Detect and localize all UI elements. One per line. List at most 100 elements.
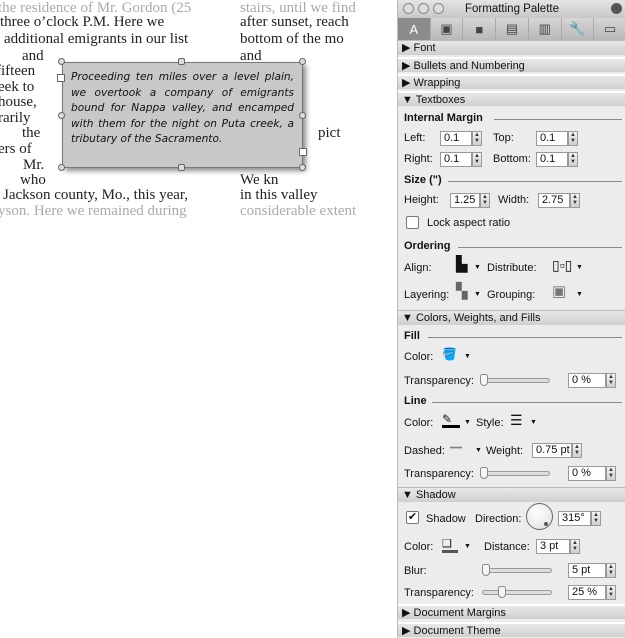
shadow-transparency-stepper[interactable]: ▲ ▼ [606, 585, 616, 600]
top-margin-stepper[interactable]: ▲ ▼ [568, 131, 578, 146]
section-label: Wrapping [413, 77, 461, 89]
shadow-color-label: Color: [404, 541, 434, 553]
section-shadow[interactable]: ▼ Shadow [398, 487, 625, 502]
shadow-checkbox[interactable]: ✔ [406, 511, 419, 524]
divider [448, 181, 622, 182]
direction-input[interactable]: 315° [558, 511, 591, 526]
section-document-margins[interactable]: ▶ Document Margins [398, 604, 625, 619]
text-line: fifteen [0, 63, 36, 79]
left-margin-stepper[interactable]: ▲ ▼ [472, 131, 482, 146]
resize-handle[interactable] [58, 58, 65, 65]
left-margin-input[interactable]: 0.1 [440, 131, 472, 146]
resize-handle[interactable] [58, 112, 65, 119]
bottom-margin-stepper[interactable]: ▲ ▼ [568, 152, 578, 167]
section-wrapping[interactable]: ▶ Wrapping [398, 74, 625, 89]
line-color-dropdown-arrow[interactable]: ▼ [464, 419, 471, 426]
align-icon[interactable]: ▙ [456, 257, 468, 272]
palette-collapse-icon[interactable] [611, 3, 622, 14]
dashed-line-icon[interactable]: ┅┅ [450, 442, 462, 456]
style-dropdown-arrow[interactable]: ▼ [530, 419, 537, 426]
palette-title-bar[interactable]: Formatting Palette [398, 0, 625, 18]
resize-handle[interactable] [178, 164, 185, 171]
height-input[interactable]: 1.25 [450, 193, 480, 208]
line-transparency-input[interactable]: 0 % [568, 466, 606, 481]
fill-color-dropdown-arrow[interactable]: ▼ [464, 353, 471, 360]
height-stepper[interactable]: ▲ ▼ [480, 193, 490, 208]
scrapbook-icon[interactable]: ▤ [496, 18, 529, 40]
add-objects-icon[interactable]: ▣ [431, 18, 464, 40]
line-color-label: Color: [404, 417, 434, 429]
formatting-icon[interactable]: A [398, 18, 431, 40]
distribute-dropdown-arrow[interactable]: ▼ [576, 264, 583, 271]
project-palette-icon[interactable]: ▭ [594, 18, 625, 40]
shadow-label: Shadow [426, 513, 466, 525]
close-button[interactable] [403, 3, 414, 14]
slider-thumb[interactable] [480, 374, 488, 386]
grouping-dropdown-arrow[interactable]: ▼ [576, 291, 583, 298]
layering-dropdown-arrow[interactable]: ▼ [474, 291, 481, 298]
blur-slider[interactable] [482, 568, 552, 573]
fill-transparency-input[interactable]: 0 % [568, 373, 606, 388]
fill-transparency-slider[interactable] [480, 378, 550, 383]
weight-stepper[interactable]: ▲ ▼ [572, 443, 582, 458]
divider [432, 402, 622, 403]
right-margin-input[interactable]: 0.1 [440, 152, 472, 167]
compatibility-icon[interactable]: 🔧 [562, 18, 595, 40]
width-input[interactable]: 2.75 [538, 193, 570, 208]
top-margin-input[interactable]: 0.1 [536, 131, 568, 146]
layering-icon[interactable]: ▚ [456, 284, 468, 299]
text-line: rarily [0, 110, 31, 126]
width-stepper[interactable]: ▲ ▼ [570, 193, 580, 208]
resize-handle[interactable] [299, 164, 306, 171]
slider-thumb[interactable] [480, 467, 488, 479]
reference-tools-icon[interactable]: ▥ [529, 18, 562, 40]
direction-stepper[interactable]: ▲ ▼ [591, 511, 601, 526]
width-label: Width: [498, 194, 530, 206]
resize-handle[interactable] [299, 112, 306, 119]
line-transparency-slider[interactable] [480, 471, 550, 476]
resize-handle[interactable] [299, 58, 306, 65]
paint-bucket-icon[interactable]: 🪣 [442, 347, 457, 361]
fill-transparency-stepper[interactable]: ▲ ▼ [606, 373, 616, 388]
direction-dial[interactable] [526, 503, 553, 530]
slider-thumb[interactable] [482, 564, 490, 576]
object-palette-icon[interactable]: ■ [463, 18, 497, 40]
section-font[interactable]: ▶ Font [398, 40, 625, 55]
zoom-button[interactable] [433, 3, 444, 14]
left-label: Left: [404, 132, 426, 144]
grouping-icon[interactable]: ▣ [552, 284, 566, 299]
section-colors-weights-fills[interactable]: ▼ Colors, Weights, and Fills [398, 310, 625, 325]
line-style-icon[interactable]: ☰ [510, 413, 523, 427]
section-label: Colors, Weights, and Fills [415, 312, 541, 324]
slider-thumb[interactable] [497, 586, 506, 598]
right-margin-stepper[interactable]: ▲ ▼ [472, 152, 482, 167]
blur-stepper[interactable]: ▲ ▼ [606, 563, 616, 578]
selected-textbox[interactable]: Proceeding ten miles over a level plain,… [62, 62, 303, 168]
section-textboxes[interactable]: ▼ Textboxes [398, 91, 625, 106]
minimize-button[interactable] [418, 3, 429, 14]
shadow-color-dropdown-arrow[interactable]: ▼ [464, 543, 471, 550]
weight-input[interactable]: 0.75 pt [532, 443, 572, 458]
resize-handle[interactable] [178, 58, 185, 65]
shadow-transparency-label: Transparency: [404, 587, 474, 599]
text-line: considerable extent [240, 203, 357, 219]
resize-handle[interactable] [58, 164, 65, 171]
dashed-dropdown-arrow[interactable]: ▼ [475, 447, 482, 454]
blur-input[interactable]: 5 pt [568, 563, 606, 578]
shadow-color-icon[interactable]: ❑ [442, 537, 458, 553]
link-handle[interactable] [57, 74, 65, 82]
section-label: Shadow [415, 489, 456, 501]
section-bullets[interactable]: ▶ Bullets and Numbering [398, 57, 625, 72]
bottom-margin-input[interactable]: 0.1 [536, 152, 568, 167]
line-transparency-stepper[interactable]: ▲ ▼ [606, 466, 616, 481]
distance-stepper[interactable]: ▲ ▼ [570, 539, 580, 554]
align-dropdown-arrow[interactable]: ▼ [474, 264, 481, 271]
section-document-theme[interactable]: ▶ Document Theme [398, 622, 625, 637]
lock-aspect-checkbox[interactable] [406, 216, 419, 229]
link-handle[interactable] [299, 148, 307, 156]
distance-input[interactable]: 3 pt [536, 539, 570, 554]
pen-icon[interactable]: ✎ [442, 412, 460, 428]
distribute-icon[interactable]: ▯▫▯ [552, 258, 572, 272]
shadow-transparency-input[interactable]: 25 % [568, 585, 606, 600]
shadow-transparency-slider[interactable] [482, 590, 552, 595]
